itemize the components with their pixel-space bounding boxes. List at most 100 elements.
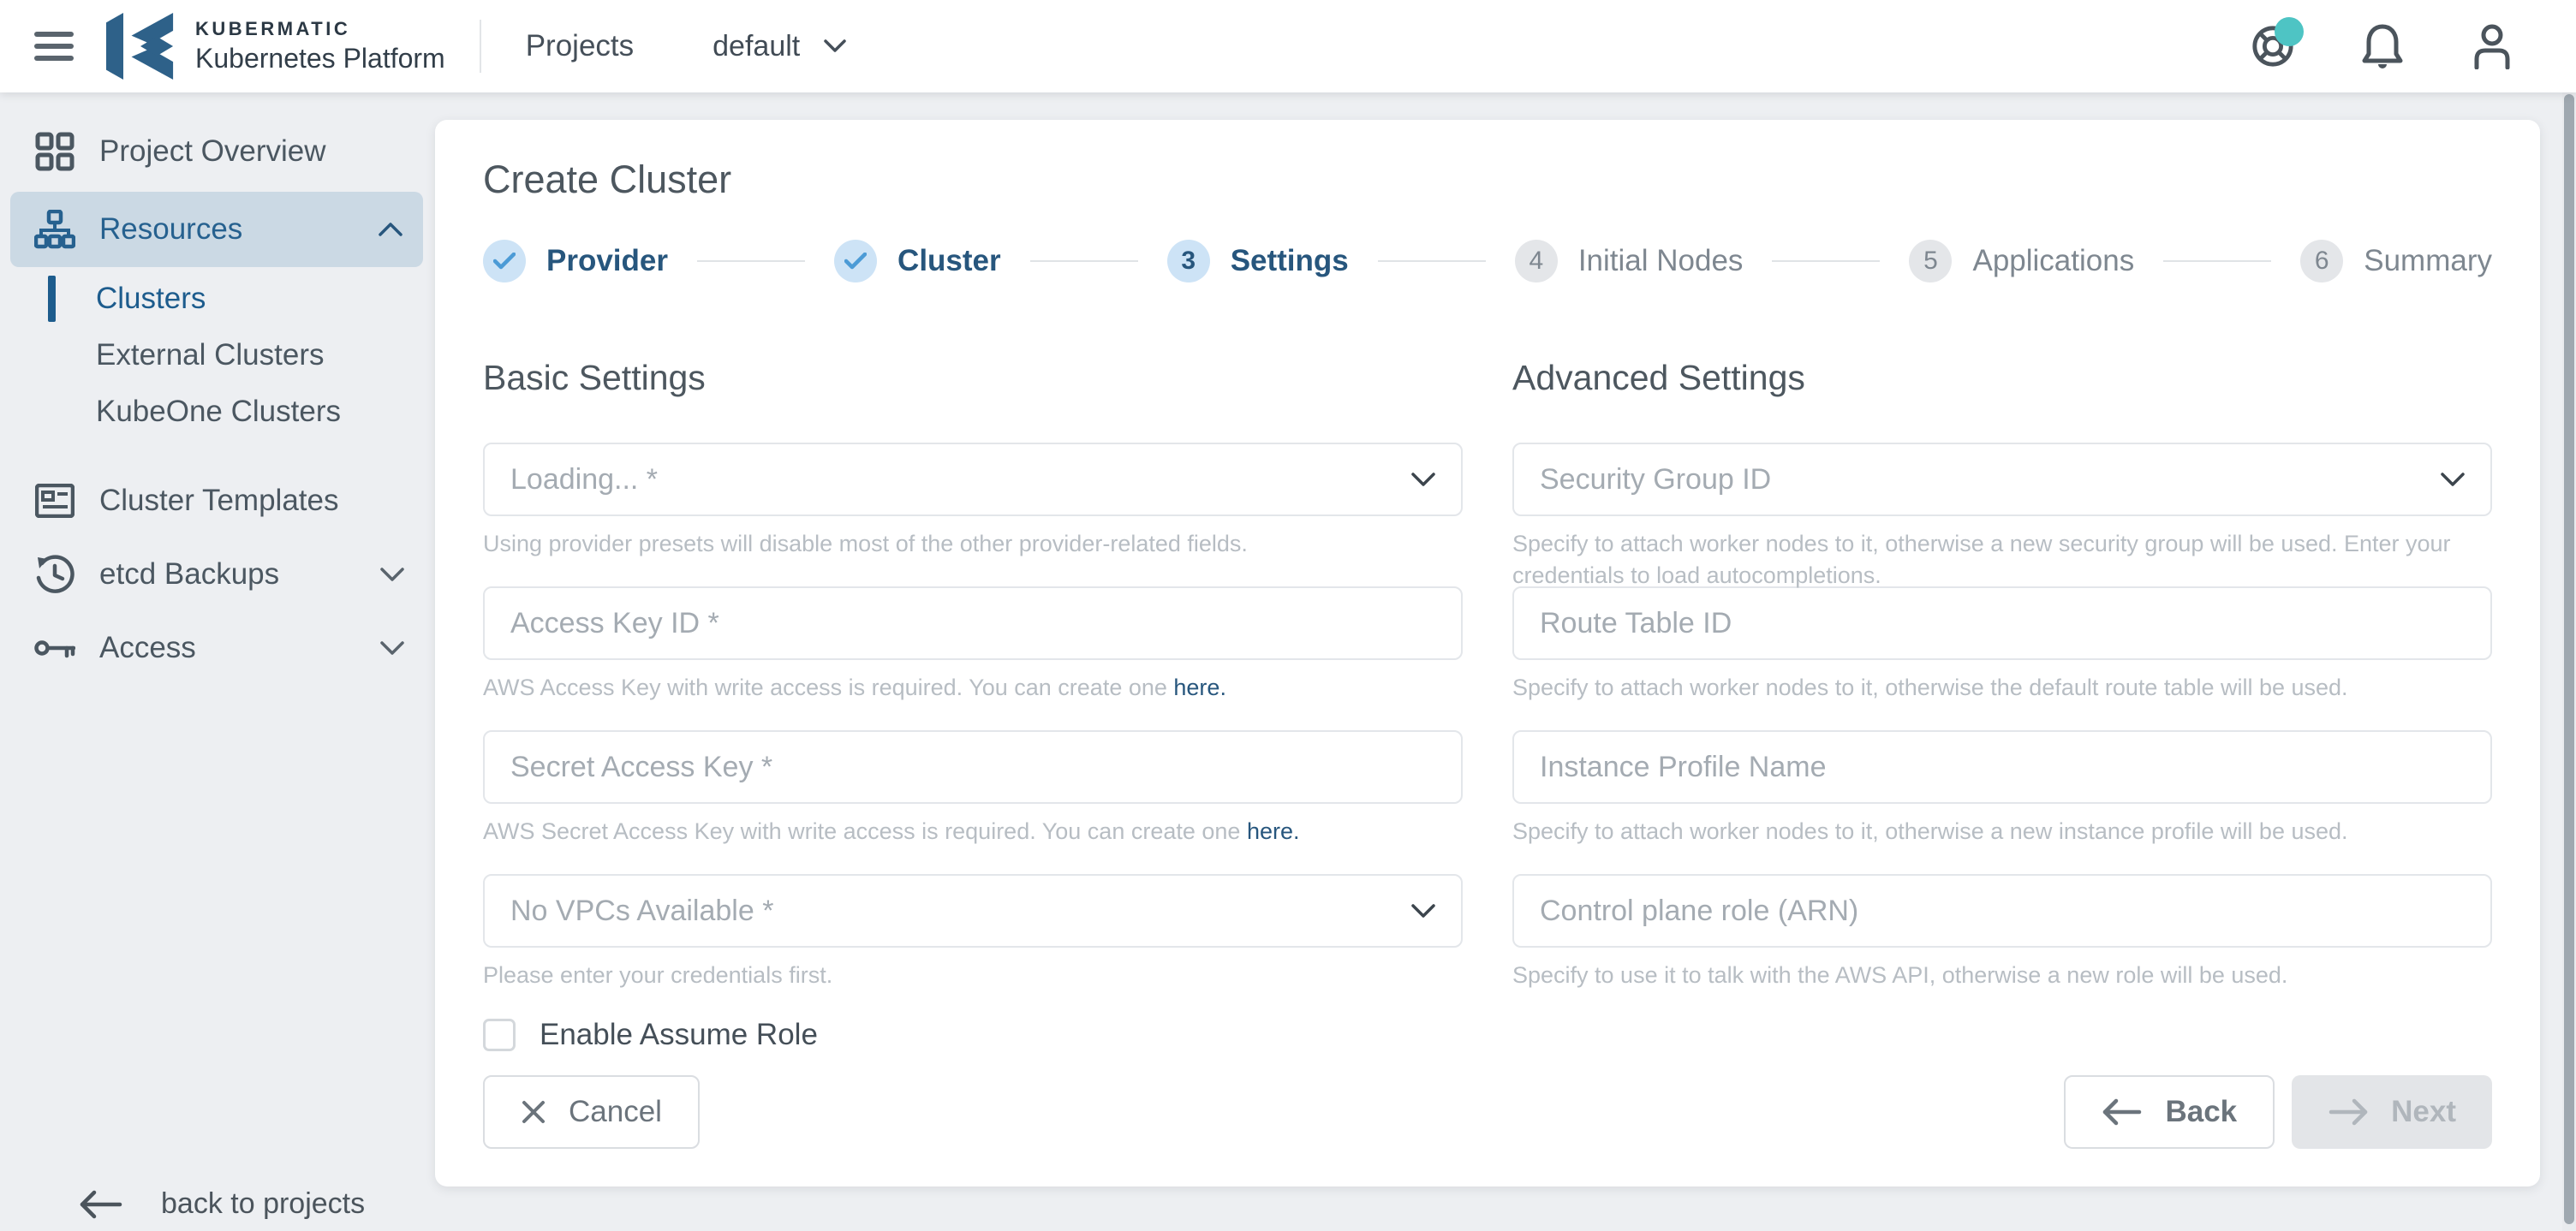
arrow-left-icon <box>79 1190 123 1219</box>
back-label: Back <box>2165 1095 2237 1129</box>
instance-profile-field-group: Specify to attach worker nodes to it, ot… <box>1512 730 2492 840</box>
chevron-down-icon <box>1411 473 1435 487</box>
step-connector <box>1030 260 1138 262</box>
chevron-down-icon <box>824 39 846 53</box>
access-key-field-group: AWS Access Key with write access is requ… <box>483 586 1463 696</box>
menu-icon[interactable] <box>34 25 74 68</box>
step-label: Summary <box>2364 244 2492 278</box>
sidebar-item-access[interactable]: Access <box>0 611 433 685</box>
step-done-circle <box>834 240 877 282</box>
sidebar-spacer <box>0 440 433 464</box>
projects-label: Projects <box>526 29 634 63</box>
cancel-button[interactable]: Cancel <box>483 1075 700 1149</box>
arrow-right-icon <box>2328 1098 2369 1126</box>
step-number-circle: 6 <box>2300 240 2343 282</box>
arrow-left-icon <box>2102 1098 2143 1126</box>
sidebar-item-label: Resources <box>99 212 379 247</box>
step-provider[interactable]: Provider <box>483 240 668 282</box>
hint-text: AWS Secret Access Key with write access … <box>483 818 1247 844</box>
control-plane-role-input[interactable] <box>1540 895 2465 928</box>
hint-suffix: . <box>1293 818 1300 844</box>
vpc-select-value: No VPCs Available * <box>510 895 1411 928</box>
notifications-button[interactable] <box>2360 24 2405 68</box>
sidebar-item-label: Project Overview <box>99 134 404 169</box>
sidebar-item-resources[interactable]: Resources <box>10 192 423 267</box>
vpc-field-group: No VPCs Available * Please enter your cr… <box>483 874 1463 984</box>
sidebar-subitem-label: KubeOne Clusters <box>96 395 341 429</box>
step-applications[interactable]: 5 Applications <box>1909 240 2134 282</box>
sidebar: Project Overview Resources Clusters Exte… <box>0 92 433 1231</box>
bell-icon <box>2361 23 2404 69</box>
assume-role-checkbox[interactable] <box>483 1019 516 1051</box>
sidebar-item-etcd-backups[interactable]: etcd Backups <box>0 538 433 611</box>
security-group-select[interactable]: Security Group ID <box>1512 443 2492 516</box>
user-button[interactable] <box>2470 24 2514 68</box>
step-number-circle: 5 <box>1909 240 1952 282</box>
history-icon <box>34 555 75 594</box>
kubermatic-logo-icon <box>106 10 175 82</box>
basic-settings-heading: Basic Settings <box>483 358 1463 398</box>
preset-select[interactable]: Loading... * <box>483 443 1463 516</box>
assume-role-label: Enable Assume Role <box>540 1018 818 1052</box>
hint-suffix: . <box>1219 675 1226 700</box>
sidebar-item-project-overview[interactable]: Project Overview <box>0 115 433 188</box>
back-to-projects-link[interactable]: back to projects <box>0 1187 365 1221</box>
next-button[interactable]: Next <box>2292 1075 2492 1149</box>
route-table-input[interactable] <box>1540 607 2465 640</box>
step-label: Provider <box>546 244 668 278</box>
brand-subtitle: Kubernetes Platform <box>195 43 445 74</box>
help-button[interactable] <box>2251 24 2295 68</box>
secret-key-field-group: AWS Secret Access Key with write access … <box>483 730 1463 840</box>
access-key-hint: AWS Access Key with write access is requ… <box>483 672 1463 696</box>
step-done-circle <box>483 240 526 282</box>
sidebar-subitem-label: Clusters <box>96 282 206 316</box>
route-table-field-wrap <box>1512 586 2492 660</box>
preset-field-group: Loading... * Using provider presets will… <box>483 443 1463 552</box>
scrollbar-thumb[interactable] <box>2564 94 2574 1224</box>
sidebar-item-label: Cluster Templates <box>99 484 404 518</box>
step-number-circle: 3 <box>1167 240 1210 282</box>
step-label: Initial Nodes <box>1578 244 1744 278</box>
hint-text: AWS Access Key with write access is requ… <box>483 675 1173 700</box>
vpc-hint: Please enter your credentials first. <box>483 960 1463 984</box>
sidebar-item-kubeone-clusters[interactable]: KubeOne Clusters <box>0 384 433 440</box>
project-selector[interactable]: default <box>713 30 846 63</box>
create-access-key-link[interactable]: here <box>1173 675 1219 700</box>
brand-title: KUBERMATIC <box>195 18 445 40</box>
template-icon <box>34 484 75 518</box>
route-table-hint: Specify to attach worker nodes to it, ot… <box>1512 672 2492 696</box>
step-summary[interactable]: 6 Summary <box>2300 240 2492 282</box>
scrollbar-track <box>2562 92 2576 1231</box>
notification-dot-badge <box>2275 17 2304 46</box>
chevron-down-icon <box>380 568 404 581</box>
secret-access-key-input[interactable] <box>510 751 1435 784</box>
step-settings[interactable]: 3 Settings <box>1167 240 1349 282</box>
instance-profile-input[interactable] <box>1540 751 2465 784</box>
sidebar-item-label: etcd Backups <box>99 557 380 592</box>
control-plane-role-field-group: Specify to use it to talk with the AWS A… <box>1512 874 2492 984</box>
sidebar-item-external-clusters[interactable]: External Clusters <box>0 327 433 384</box>
sidebar-item-cluster-templates[interactable]: Cluster Templates <box>0 464 433 538</box>
security-group-value: Security Group ID <box>1540 463 2441 497</box>
access-key-input[interactable] <box>510 607 1435 640</box>
chevron-up-icon <box>379 223 402 236</box>
security-group-hint: Specify to attach worker nodes to it, ot… <box>1512 528 2492 552</box>
sidebar-item-clusters[interactable]: Clusters <box>0 271 433 327</box>
step-initial-nodes[interactable]: 4 Initial Nodes <box>1515 240 1744 282</box>
chevron-down-icon <box>380 641 404 655</box>
chevron-down-icon <box>2441 473 2465 487</box>
wizard-footer: Cancel Back Next <box>483 1075 2492 1149</box>
step-cluster[interactable]: Cluster <box>834 240 1001 282</box>
page-title: Create Cluster <box>483 158 2492 202</box>
brand-text: KUBERMATIC Kubernetes Platform <box>195 18 445 74</box>
back-button[interactable]: Back <box>2064 1075 2275 1149</box>
check-icon <box>844 253 867 270</box>
advanced-settings-section: Advanced Settings Security Group ID Spec… <box>1512 358 2492 1052</box>
topbar: KUBERMATIC Kubernetes Platform Projects … <box>0 0 2576 92</box>
create-secret-key-link[interactable]: here <box>1247 818 1293 844</box>
route-table-field-group: Specify to attach worker nodes to it, ot… <box>1512 586 2492 696</box>
vpc-select[interactable]: No VPCs Available * <box>483 874 1463 948</box>
cancel-label: Cancel <box>569 1095 662 1129</box>
preset-hint: Using provider presets will disable most… <box>483 528 1463 552</box>
topbar-icons <box>2251 24 2514 68</box>
